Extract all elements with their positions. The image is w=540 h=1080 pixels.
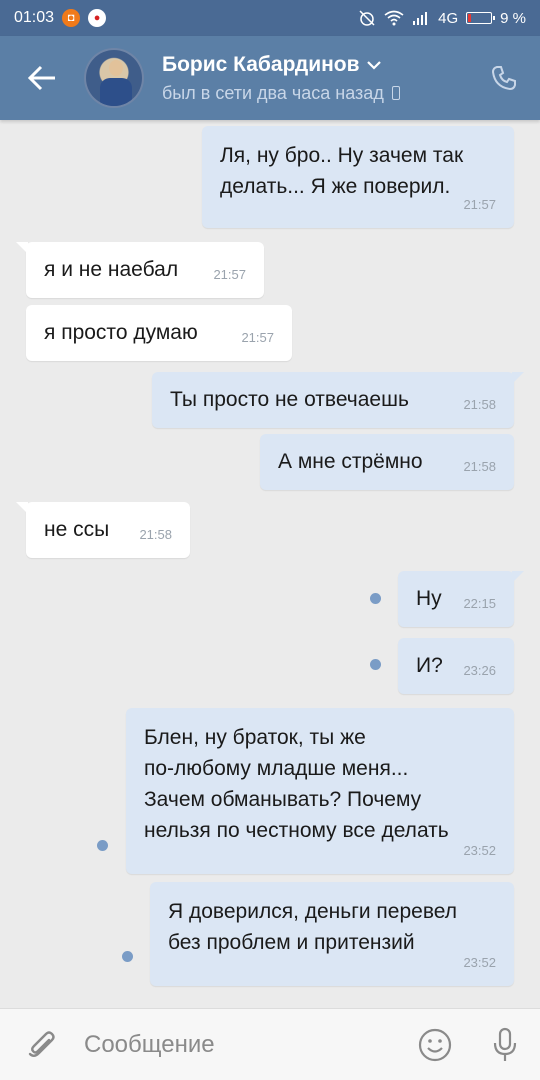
contact-info[interactable]: Борис Кабардинов был в сети два часа наз… [162, 53, 400, 104]
message-bubble[interactable]: А мне стрёмно 21:58 [260, 434, 514, 490]
message-time: 23:52 [463, 843, 496, 858]
message-text: И? [416, 654, 443, 677]
attach-button[interactable] [0, 1009, 84, 1080]
app-notification-icon: ◘ [62, 9, 81, 27]
unread-indicator [370, 659, 381, 670]
message-bubble[interactable]: Ля, ну бро.. Ну зачем так делать... Я же… [202, 126, 514, 228]
message-text: Ну [416, 587, 442, 610]
message-composer [0, 1008, 540, 1080]
message-bubble[interactable]: Ты просто не отвечаешь 21:58 [152, 372, 524, 428]
message-text: я и не наебал [44, 258, 179, 281]
call-button[interactable] [486, 60, 522, 96]
network-type: 4G [438, 9, 459, 27]
message-text: не ссы [44, 518, 110, 541]
message-text: я просто думаю [44, 321, 198, 344]
emoji-button[interactable] [400, 1009, 470, 1080]
message-time: 23:26 [463, 663, 496, 678]
battery-level: 9 % [500, 9, 526, 27]
bubble-tail [512, 571, 524, 583]
alarm-off-icon [359, 10, 375, 26]
voice-message-button[interactable] [470, 1009, 540, 1080]
message-bubble[interactable]: Блен, ну браток, ты же по-любому младше … [126, 708, 514, 874]
message-bubble[interactable]: я и не наебал 21:57 [16, 242, 264, 298]
chat-header: Борис Кабардинов был в сети два часа наз… [0, 36, 540, 120]
message-text: Ты просто не отвечаешь [170, 388, 409, 411]
message-bubble[interactable]: Ну 22:15 [398, 571, 524, 627]
attach-icon [28, 1030, 55, 1057]
contact-name: Борис Кабардинов [162, 52, 360, 76]
unread-indicator [370, 593, 381, 604]
bubble-tail [16, 242, 28, 254]
message-time: 21:58 [463, 397, 496, 412]
bubble-tail [512, 372, 524, 384]
mic-icon [493, 1027, 517, 1061]
message-text: Ля, ну бро.. Ну зачем так делать... Я же… [220, 144, 464, 198]
message-time: 21:57 [241, 330, 274, 345]
message-text: Блен, ну браток, ты же по-любому младше … [144, 726, 449, 842]
battery-icon [466, 12, 496, 24]
phone-icon [491, 66, 516, 91]
app-notification-icon-2: ● [88, 9, 107, 27]
message-bubble[interactable]: Я доверился, деньги перевел без проблем … [150, 882, 514, 986]
message-time: 21:57 [463, 197, 496, 212]
back-button[interactable] [0, 36, 84, 120]
status-bar: 01:03 ◘ ● 4G 9 % [0, 0, 540, 36]
emoji-icon [418, 1028, 452, 1061]
message-time: 21:58 [139, 527, 172, 542]
message-text: А мне стрёмно [278, 450, 423, 473]
message-bubble[interactable]: я просто думаю 21:57 [26, 305, 292, 361]
unread-indicator [97, 840, 108, 851]
chevron-down-icon [366, 60, 381, 70]
back-arrow-icon [27, 65, 55, 91]
message-time: 23:52 [463, 955, 496, 970]
bubble-tail [16, 502, 28, 514]
message-time: 21:57 [213, 267, 246, 282]
status-time: 01:03 [14, 9, 55, 26]
message-time: 22:15 [463, 596, 496, 611]
avatar[interactable] [84, 48, 144, 108]
message-bubble[interactable]: И? 23:26 [398, 638, 514, 694]
message-input[interactable] [84, 1030, 400, 1059]
wifi-icon [384, 10, 404, 26]
unread-indicator [122, 951, 133, 962]
signal-icon [413, 12, 428, 25]
contact-status: был в сети два часа назад [162, 82, 384, 103]
message-text: Я доверился, деньги перевел без проблем … [168, 900, 457, 954]
mobile-device-icon [391, 86, 400, 100]
message-time: 21:58 [463, 459, 496, 474]
message-bubble[interactable]: не ссы 21:58 [16, 502, 190, 558]
